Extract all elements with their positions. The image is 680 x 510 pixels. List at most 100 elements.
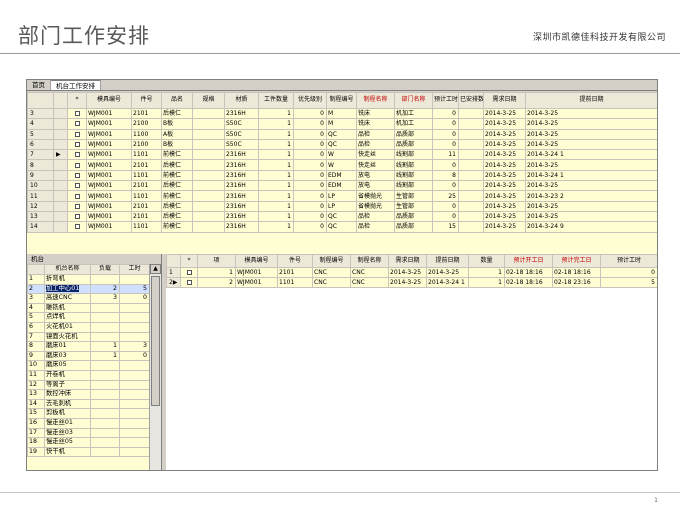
machine-load[interactable] <box>90 360 120 371</box>
process-grid-header-cell[interactable]: 部门名称 <box>394 92 433 109</box>
row-checkbox[interactable] <box>74 121 80 127</box>
cell-qty[interactable]: 1 <box>258 169 294 182</box>
cell-proc-name[interactable]: 省模抛光 <box>356 200 395 212</box>
machine-load[interactable] <box>90 312 120 323</box>
machine-row[interactable]: 19 快干机 <box>27 446 149 458</box>
cell-proc-no[interactable]: LP <box>326 190 357 202</box>
cell-part[interactable]: 2101 <box>131 210 162 223</box>
cell-qty[interactable]: 1 <box>258 159 294 171</box>
cell-early[interactable]: 2014-3-25 <box>525 159 657 171</box>
cell-proc-no[interactable]: M <box>326 107 357 120</box>
cell-need[interactable]: 2014-3-25 <box>388 267 427 278</box>
table-row[interactable]: 7 ▶ WJM001 1101 前模仁 2316H 1 0 W 快走丝 线割部 11 2014-3-25… <box>27 149 657 161</box>
process-grid-header-cell[interactable]: 材质 <box>224 92 259 109</box>
row-checkbox[interactable] <box>74 224 80 230</box>
cell-proc-name[interactable]: 快走丝 <box>356 159 395 171</box>
process-grid-header-cell[interactable]: 工件数量 <box>258 92 294 109</box>
cell-item[interactable]: 1 <box>197 267 236 278</box>
cell-arranged[interactable] <box>458 149 484 161</box>
process-grid-header-cell[interactable]: 制程编号 <box>326 92 357 109</box>
cell-early[interactable]: 2014-3-25 <box>525 180 657 192</box>
row-checkbox[interactable] <box>74 131 80 137</box>
schedule-grid-header-cell[interactable]: 预计开工日 <box>504 254 553 268</box>
machine-name-cell[interactable]: 点焊机 <box>44 312 91 323</box>
machine-load[interactable] <box>90 398 120 410</box>
machine-row[interactable]: 13 数控冲床 <box>27 389 149 400</box>
process-grid-header-cell[interactable]: 制程名称 <box>356 92 395 109</box>
machine-row[interactable]: 5 点焊机 <box>27 312 149 323</box>
cell-part[interactable]: 1101 <box>277 277 313 288</box>
machine-hours[interactable]: 0 <box>119 293 149 304</box>
cell-dept[interactable]: 线割部 <box>394 149 433 161</box>
cell-need[interactable]: 2014-3-25 <box>483 180 526 192</box>
cell-hours[interactable]: 0 <box>432 180 459 192</box>
cell-name[interactable]: 后模仁 <box>161 180 193 192</box>
machine-name-cell[interactable]: 雕铣机 <box>44 302 91 314</box>
cell-proc-name[interactable]: 铣床 <box>356 107 395 120</box>
cell-prio[interactable]: 0 <box>293 138 327 151</box>
cell-proc-name[interactable]: 放电 <box>356 169 395 182</box>
cell-qty[interactable]: 1 <box>258 200 294 212</box>
cell-prio[interactable]: 0 <box>293 107 327 120</box>
cell-arranged[interactable] <box>458 210 484 223</box>
machine-hours[interactable] <box>119 408 149 419</box>
machine-row[interactable]: 2 加工中心01 2 5 <box>27 283 149 295</box>
cell-mold[interactable]: WJM001 <box>235 267 278 278</box>
schedule-grid-header-cell[interactable]: 制程编号 <box>312 254 351 268</box>
cell-hours[interactable]: 0 <box>432 118 459 130</box>
cell-qty[interactable]: 1 <box>258 118 294 130</box>
cell-part[interactable]: 2101 <box>131 200 162 212</box>
cell-proc-name[interactable]: CNC <box>350 267 389 278</box>
cell-material[interactable]: 2316H <box>224 149 259 161</box>
cell-material[interactable]: 2316H <box>224 159 259 171</box>
cell-proc-no[interactable]: QC <box>326 210 357 223</box>
machine-load[interactable] <box>90 379 120 391</box>
cell-part[interactable]: 2101 <box>131 180 162 192</box>
cell-arranged[interactable] <box>458 128 484 140</box>
table-row[interactable]: 12 WJM001 2101 后模仁 2316H 1 0 LP 省模抛光 生管部 0 2014-3-2… <box>27 200 657 212</box>
cell-prio[interactable]: 0 <box>293 221 327 233</box>
cell-material[interactable]: S50C <box>224 138 259 151</box>
cell-qty[interactable]: 1 <box>258 107 294 120</box>
cell-proc-name[interactable]: 品检 <box>356 128 395 140</box>
cell-name[interactable]: 前模仁 <box>161 169 193 182</box>
row-checkbox[interactable] <box>74 203 80 209</box>
cell-spec[interactable] <box>192 138 225 151</box>
machine-load[interactable]: 1 <box>90 341 120 352</box>
cell-mold[interactable]: WJM001 <box>86 210 132 223</box>
cell-name[interactable]: 前模仁 <box>161 149 193 161</box>
machine-hours[interactable] <box>119 417 149 429</box>
machine-load[interactable] <box>90 437 120 448</box>
row-checkbox[interactable] <box>74 111 80 117</box>
machine-name-cell[interactable]: 磨床03 <box>44 350 91 362</box>
cell-hours[interactable]: 0 <box>432 128 459 140</box>
cell-proc-name[interactable]: 品检 <box>356 221 395 233</box>
cell-name[interactable]: 后模仁 <box>161 200 193 212</box>
cell-early[interactable]: 2014-3-24 1 <box>426 277 469 288</box>
table-row[interactable]: 8 WJM001 2101 后模仁 2316H 1 0 W 快走丝 线割部 0 2014-3-25 20… <box>27 159 657 171</box>
cell-name[interactable]: B板 <box>161 118 193 130</box>
cell-need[interactable]: 2014-3-25 <box>483 200 526 212</box>
machine-load[interactable] <box>90 417 120 429</box>
machine-hours[interactable]: 5 <box>119 283 149 295</box>
row-checkbox[interactable] <box>74 172 80 178</box>
machine-name-cell[interactable]: 数控冲床 <box>44 389 91 400</box>
machine-name-cell[interactable]: 镜面火花机 <box>44 331 91 343</box>
machine-name-cell[interactable]: 折弯机 <box>44 274 91 285</box>
machine-row[interactable]: 14 去毛刺机 <box>27 398 149 410</box>
cell-proc-name[interactable]: 铣床 <box>356 118 395 130</box>
cell-name[interactable]: 前模仁 <box>161 221 193 233</box>
cell-qty[interactable]: 1 <box>468 267 505 278</box>
process-grid-header-cell[interactable]: 优先级别 <box>293 92 327 109</box>
cell-proc-name[interactable]: 品检 <box>356 210 395 223</box>
cell-material[interactable]: 2316H <box>224 169 259 182</box>
machine-row[interactable]: 10 磨床05 <box>27 360 149 371</box>
scroll-up-icon[interactable]: ▲ <box>150 264 161 274</box>
cell-qty[interactable]: 1 <box>258 138 294 151</box>
machine-hours[interactable] <box>119 389 149 400</box>
cell-proc-no[interactable]: W <box>326 149 357 161</box>
cell-spec[interactable] <box>192 118 225 130</box>
cell-need[interactable]: 2014-3-25 <box>483 221 526 233</box>
machine-grid-header-cell[interactable]: 负载 <box>90 264 120 275</box>
machine-load[interactable] <box>90 369 120 381</box>
